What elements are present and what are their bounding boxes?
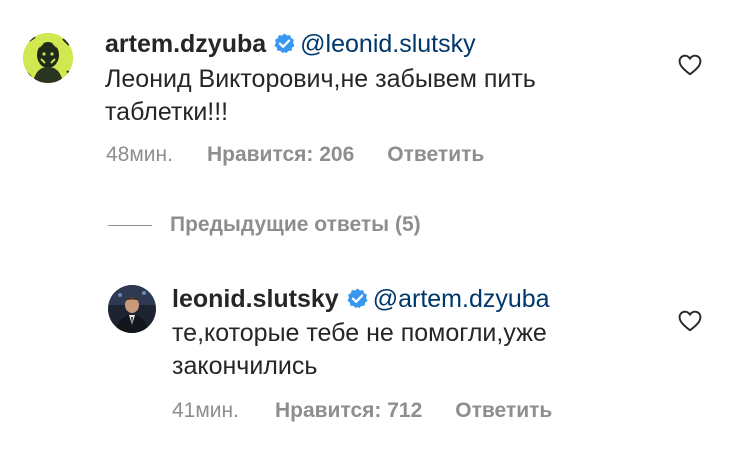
heart-outline-icon[interactable] bbox=[678, 310, 702, 337]
comment-text-line: таблетки!!! bbox=[105, 98, 229, 126]
divider-line bbox=[108, 224, 152, 226]
username-link[interactable]: leonid.slutsky bbox=[172, 285, 339, 313]
avatar-leonid-slutsky-image bbox=[108, 285, 156, 333]
likes-count[interactable]: Нравится: 712 bbox=[275, 398, 422, 424]
verified-badge-icon bbox=[273, 32, 296, 62]
mention-link[interactable]: @artem.dzyuba bbox=[373, 285, 550, 313]
avatar-artem-dzyuba[interactable] bbox=[23, 33, 73, 83]
comment-text: Леонид Викторович,не забывем пить таблет… bbox=[105, 63, 665, 129]
comment-header: artem.dzyuba @leonid.slutsky bbox=[105, 29, 476, 62]
username-link[interactable]: artem.dzyuba bbox=[105, 30, 266, 58]
timestamp[interactable]: 41мин. bbox=[172, 398, 239, 424]
avatar-leonid-slutsky[interactable] bbox=[108, 285, 156, 333]
comment-meta: 48мин. Нравится: 206 Ответить bbox=[106, 142, 484, 168]
comment-text: те,которые тебе не помогли,уже закончили… bbox=[172, 317, 652, 383]
verified-badge-icon bbox=[346, 287, 369, 317]
comment-text-line: закончились bbox=[172, 352, 318, 380]
avatar-artem-dzyuba-image bbox=[23, 33, 73, 83]
comment-header: leonid.slutsky @artem.dzyuba bbox=[172, 284, 550, 317]
previous-replies-button[interactable]: Предыдущие ответы (5) bbox=[108, 213, 421, 241]
reply-button[interactable]: Ответить bbox=[455, 398, 552, 424]
previous-replies-label: Предыдущие ответы (5) bbox=[170, 213, 421, 236]
mention-link[interactable]: @leonid.slutsky bbox=[300, 30, 475, 58]
likes-count[interactable]: Нравится: 206 bbox=[207, 142, 354, 168]
comment-text-line: Леонид Викторович,не забывем пить bbox=[105, 65, 536, 93]
comment-text-line: те,которые тебе не помогли,уже bbox=[172, 319, 547, 347]
heart-outline-icon[interactable] bbox=[678, 54, 702, 81]
reply-button[interactable]: Ответить bbox=[387, 142, 484, 168]
timestamp[interactable]: 48мин. bbox=[106, 142, 173, 168]
comment-meta: 41мин. Нравится: 712 Ответить bbox=[172, 398, 552, 424]
comment-leonid-slutsky: leonid.slutsky @artem.dzyuba те,которые т… bbox=[0, 270, 730, 454]
comment-artem-dzyuba: artem.dzyuba @leonid.slutsky Леонид Викто… bbox=[0, 0, 730, 180]
